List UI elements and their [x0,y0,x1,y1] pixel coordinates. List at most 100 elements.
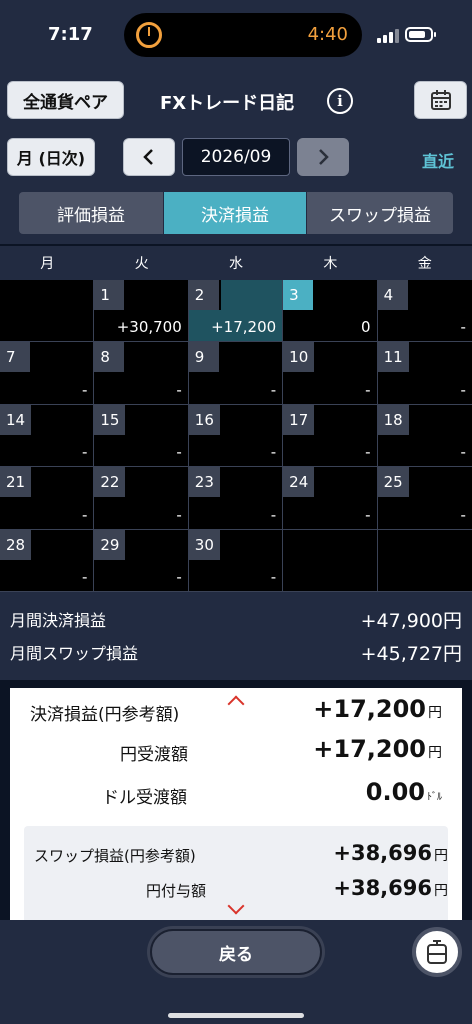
calendar-day-cell[interactable]: 30 [283,280,378,343]
calendar-day-value: - [176,567,182,586]
next-month-button[interactable] [297,138,349,176]
weekday-header: 月 火 水 木 金 [0,246,472,280]
calendar-day-number: 14 [0,404,32,435]
calendar-empty-cell [0,280,95,343]
weekday-label: 火 [134,256,149,272]
calendar-day-value: 0 [361,318,371,337]
recent-link[interactable]: 直近 [422,148,454,172]
calendar-day-value: - [270,380,277,399]
calendar-day-cell[interactable]: 23 - [188,467,284,530]
calendar-day-value: - [176,380,182,399]
calendar-day-value: +17,200 [211,318,277,337]
calendar-day-cell[interactable]: 29 - [94,529,189,592]
calendar-day-number: 17 [283,404,315,435]
signal-icon [377,29,399,43]
timer-icon [136,22,162,48]
calendar-day-value: - [81,505,88,524]
settled-label: 決済損益(円参考額) [30,705,180,725]
bottom-bar: 戻る [0,920,472,1024]
calendar-day-value: - [270,505,277,524]
calendar-day-value: - [460,505,466,524]
calendar-day-number: 28 [0,529,32,560]
calendar-day-cell[interactable]: 25 - [377,467,472,530]
calendar-grid: 1 +30,700 2 +17,200 3 0 4-7-8-9-10-11-14-15-16… [0,280,472,592]
view-mode-button[interactable]: 月 (日次) [7,138,95,176]
monthly-swap-label: 月間スワップ損益 [10,644,139,663]
calendar-empty-cell [283,529,378,592]
calendar-day-cell[interactable]: 9- [188,342,284,405]
calendar-day-value: - [270,567,277,586]
menu-fab[interactable] [412,927,462,977]
previous-month-button[interactable] [123,138,175,176]
segmented-tabs: 評価損益 決済損益 スワップ損益 [0,188,472,244]
calendar-day-value: - [365,505,371,524]
weekday-label: 水 [228,256,243,272]
yen-grant-label: 円付与額 [146,882,207,900]
monthly-swap-row: 月間スワップ損益 +45,727円 [10,637,462,667]
calendar-day-number: 16 [188,404,220,435]
calendar-day-number: 21 [0,467,32,498]
current-month[interactable]: 2026/09 [182,138,290,176]
calendar-day-value: - [365,443,371,462]
back-button[interactable]: 戻る [150,929,322,975]
settled-row: 決済損益(円参考額) +17,200 円 [10,692,462,728]
calendar-day-cell[interactable]: 1 +30,700 [94,280,189,343]
calendar-day-cell[interactable]: 24 - [283,467,378,530]
dollar-delivery-label: ドル受渡額 [102,788,187,808]
day-detail-panel: 決済損益(円参考額) +17,200 円 円受渡額 +17,200 円 ドル受渡額 … [10,688,462,920]
dynamic-island: 4:40 [124,13,362,57]
monthly-settled-row: 月間決済損益 +47,900円 [10,604,462,634]
monthly-swap-value: +45,727円 [360,642,462,665]
tab-settled[interactable]: 決済損益 [164,192,306,234]
calendar-day-number: 4 [377,280,408,310]
calendar-day-cell[interactable]: 21 - [0,467,95,530]
calendar-day-cell[interactable]: 11 - [377,342,472,405]
weekday-label: 金 [417,256,432,272]
calendar-day-cell[interactable]: 17 - [283,404,378,468]
chevron-right-icon [319,149,329,165]
calendar-day-value: - [460,443,466,462]
calendar-day-number: 18 [377,404,409,435]
calendar-day-cell[interactable]: 2 +17,200 [188,280,284,343]
battery-icon [405,27,436,42]
calendar-day-cell[interactable]: 18 - [377,404,472,468]
calendar-day-number: 24 [283,467,315,498]
calendar-day-cell[interactable]: 15 - [94,404,189,468]
calendar-day-value: - [81,380,88,399]
date-navigation: 月 (日次) 2026/09 直近 [0,130,472,188]
calendar-day-cell[interactable]: 7- [0,342,95,405]
calendar-day-value: - [176,505,182,524]
calendar-button[interactable] [414,81,467,119]
calendar-day-cell[interactable]: 4- [377,280,472,343]
dollar-delivery-value: 0.00 ﾄﾞﾙ [365,778,442,806]
calendar-day-number: 22 [94,467,126,498]
calendar-day-cell[interactable]: 22 - [94,467,189,530]
calendar-day-cell[interactable]: 30 - [188,529,284,592]
app-header: 全通貨ペア FXトレード日記 i [0,70,472,130]
calendar-day-number: 15 [94,404,126,435]
calendar-day-number: 9 [188,342,219,373]
calendar-day-number: 3 [283,280,314,310]
calendar-day-cell[interactable]: 10 - [283,342,378,405]
info-icon[interactable]: i [327,88,353,114]
calendar-day-cell[interactable]: 28 - [0,529,95,592]
status-time: 7:17 [48,24,93,45]
status-bar: 7:17 4:40 [0,0,472,70]
tab-unrealized[interactable]: 評価損益 [19,192,163,234]
calendar: 月 火 水 木 金 1 +30,700 2 +17,200 3 0 4-7-8-9-10-1… [0,246,472,592]
calendar-day-number: 1 [94,280,125,310]
calendar-day-cell[interactable]: 14 - [0,404,95,468]
tab-swap[interactable]: スワップ損益 [307,192,453,234]
currency-pair-button[interactable]: 全通貨ペア [7,81,124,119]
calendar-day-number: 11 [377,342,409,373]
calendar-day-number: 10 [283,342,315,373]
calendar-day-value: - [81,567,88,586]
calendar-day-value: - [176,443,182,462]
calendar-day-cell[interactable]: 8- [94,342,189,405]
calendar-day-number: 25 [377,467,409,498]
calendar-day-cell[interactable]: 16 - [188,404,284,468]
calendar-icon [430,90,451,110]
yen-delivery-value: +17,200 円 [313,735,442,763]
calendar-day-number: 7 [0,342,30,373]
calendar-day-value: - [365,380,371,399]
